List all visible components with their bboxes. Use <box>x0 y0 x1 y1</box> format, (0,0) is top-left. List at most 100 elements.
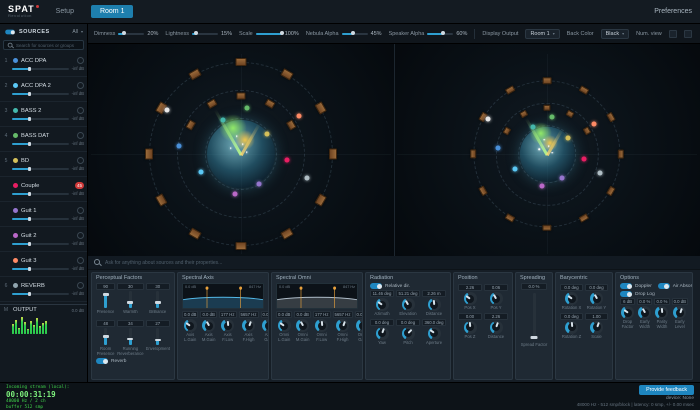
source-config-button[interactable] <box>77 157 84 164</box>
axis-knob-3[interactable]: 5657 HzAxis F.High <box>239 311 259 343</box>
source-gain-slider[interactable] <box>12 193 69 195</box>
knob-dial[interactable] <box>464 292 477 305</box>
doppler-toggle[interactable]: Doppler <box>620 283 655 289</box>
slider-thumb[interactable] <box>280 31 284 35</box>
speaker-box[interactable] <box>618 150 624 159</box>
barycentric-knob-2[interactable]: 0.0 degRotation Z <box>560 313 583 340</box>
scene-source-dot[interactable] <box>513 166 518 171</box>
air-absorption-toggle[interactable]: Air Absorption <box>658 283 693 289</box>
perceptual-slider-5[interactable]: 27Envelopment <box>146 320 170 356</box>
source-gain-slider[interactable] <box>12 243 69 245</box>
knob-dial[interactable] <box>296 319 309 332</box>
slider-track[interactable] <box>118 33 144 35</box>
source-config-button[interactable] <box>77 282 84 289</box>
knob-dial[interactable] <box>565 292 578 305</box>
knob-dial[interactable] <box>315 319 328 332</box>
viewport-left[interactable] <box>88 44 394 256</box>
slider-track[interactable] <box>192 33 218 35</box>
knob-dial[interactable] <box>565 321 578 334</box>
options-knob-3[interactable]: 0.0 dBEarly Level <box>672 298 688 330</box>
slider-thumb[interactable] <box>28 292 31 296</box>
source-config-button[interactable] <box>77 207 84 214</box>
slider-thumb[interactable] <box>28 142 31 146</box>
options-knob-0[interactable]: 6 dBDrop Factor <box>620 298 635 330</box>
scene-source-dot[interactable] <box>198 170 203 175</box>
source-row[interactable]: 5BD-inf dB <box>0 152 87 177</box>
source-gain-slider[interactable] <box>12 93 69 95</box>
axis-knob-2[interactable]: 177 HzAxis F.Low <box>219 311 237 343</box>
toggle-switch[interactable] <box>620 291 632 297</box>
slider-track[interactable] <box>156 291 159 308</box>
preferences-button[interactable]: Preferences <box>654 8 692 15</box>
reverb-toggle[interactable]: Reverb <box>96 358 170 364</box>
source-gain-slider[interactable] <box>12 218 69 220</box>
scene-source-dot[interactable] <box>232 192 237 197</box>
scene-source-dot[interactable] <box>540 184 545 189</box>
slider-track[interactable] <box>104 291 107 308</box>
knob-dial[interactable] <box>221 319 234 332</box>
scene-source-dot[interactable] <box>296 114 301 119</box>
perceptual-slider-2[interactable]: 30Brilliance <box>146 283 170 319</box>
slider-thumb[interactable] <box>122 31 126 35</box>
knob-dial[interactable] <box>184 319 197 332</box>
source-row[interactable]: Guit 3-inf dB <box>0 252 87 277</box>
slider-thumb[interactable] <box>28 192 31 196</box>
radiation-knob-5[interactable]: 360.0 degAperture <box>422 319 446 346</box>
provide-feedback-button[interactable]: Provide feedback <box>639 385 694 395</box>
speaker-box[interactable] <box>235 242 246 250</box>
knob-dial[interactable] <box>590 321 603 334</box>
source-gain-slider[interactable] <box>12 268 69 270</box>
slider-track[interactable] <box>129 328 132 345</box>
back-color-select[interactable]: Black▾ <box>601 29 629 39</box>
source-row[interactable]: 4BASS DAT-inf dB <box>0 127 87 152</box>
knob-dial[interactable] <box>376 298 389 311</box>
slider-track[interactable] <box>342 33 368 35</box>
radiation-knob-0[interactable]: 11.46 degAzimuth <box>370 290 394 317</box>
perceptual-slider-1[interactable]: 30Warmth <box>117 283 143 319</box>
omni-knob-0[interactable]: 0.0 dBOmni L.Gain <box>276 311 292 343</box>
tab-setup[interactable]: Setup <box>47 5 83 18</box>
slider-thumb[interactable] <box>28 67 31 71</box>
slider-thumb[interactable] <box>28 217 31 221</box>
scene-source-dot[interactable] <box>486 117 491 122</box>
knob-dial[interactable] <box>242 319 255 332</box>
barycentric-knob-3[interactable]: 1.00Scale <box>585 313 608 340</box>
slider-track[interactable] <box>427 33 453 35</box>
speaker-box[interactable] <box>543 225 552 231</box>
source-config-button[interactable] <box>77 132 84 139</box>
source-config-button[interactable] <box>77 82 84 89</box>
perceptual-slider-0[interactable]: 90Presence <box>96 283 115 319</box>
scene-source-dot[interactable] <box>304 176 309 181</box>
scene-source-dot[interactable] <box>256 182 261 187</box>
knob-dial[interactable] <box>202 319 215 332</box>
slider-thumb[interactable] <box>194 31 198 35</box>
toggle-switch[interactable] <box>658 283 670 289</box>
scene-source-dot[interactable] <box>591 121 596 126</box>
source-row[interactable]: Guit 2-inf dB <box>0 227 87 252</box>
speaker-box[interactable] <box>544 105 551 111</box>
spread-slider[interactable] <box>533 293 536 339</box>
speaker-box[interactable] <box>235 58 246 66</box>
knob-dial[interactable] <box>464 321 477 334</box>
axis-knob-1[interactable]: 0.0 dBAxis M.Gain <box>200 311 216 343</box>
speaker-box[interactable] <box>543 77 552 83</box>
source-gain-slider[interactable] <box>12 68 69 70</box>
speaker-box[interactable] <box>329 149 337 160</box>
slider-thumb[interactable] <box>28 117 31 121</box>
spectral-axis-graph[interactable]: 0.0 dB 847 Hz <box>182 283 264 309</box>
display-output-select[interactable]: Room 1▾ <box>525 29 559 39</box>
source-config-button[interactable] <box>77 57 84 64</box>
axis-knob-4[interactable]: 0.0 dBAxis Gain <box>261 311 269 343</box>
slider-thumb[interactable] <box>28 167 31 171</box>
slider-track[interactable] <box>129 291 132 308</box>
sources-enable-toggle[interactable] <box>5 29 15 34</box>
knob-dial[interactable] <box>376 327 389 340</box>
output-section[interactable]: M OUTPUT 0.0 dB <box>0 304 87 336</box>
position-knob-1[interactable]: 0.06Pos Y <box>484 284 508 311</box>
slider-thumb[interactable] <box>127 338 133 341</box>
radiation-knob-3[interactable]: 0.0 degYaw <box>370 319 394 346</box>
knob-dial[interactable] <box>402 327 415 340</box>
scene-source-dot[interactable] <box>284 158 289 163</box>
axis-knob-0[interactable]: 0.0 dBAxis L.Gain <box>182 311 198 343</box>
knob-dial[interactable] <box>655 306 668 319</box>
